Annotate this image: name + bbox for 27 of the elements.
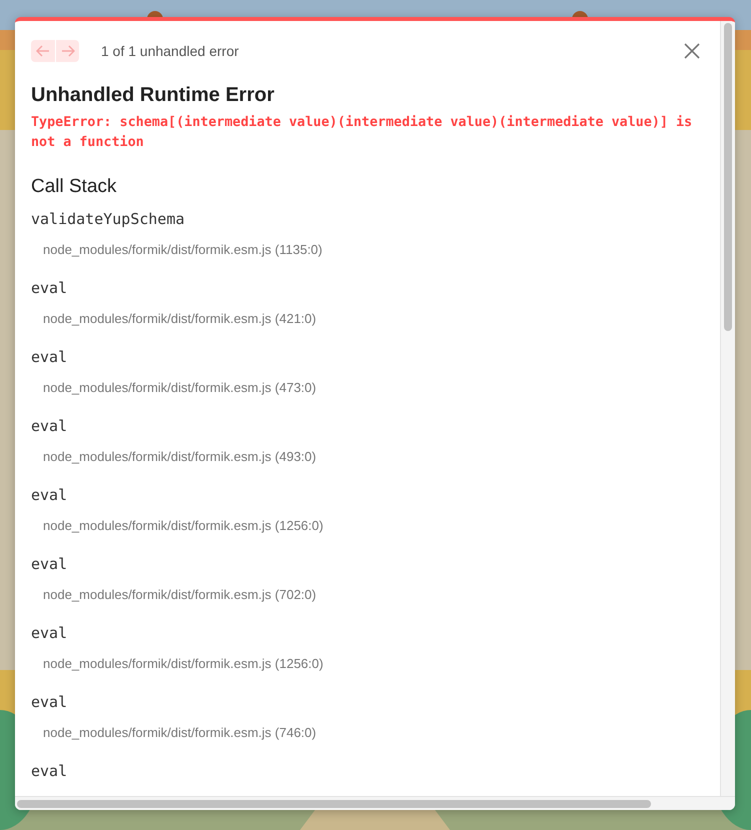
file-location[interactable]: node_modules/formik/dist/formik.esm.js (1135:0) xyxy=(31,241,322,259)
function-name: eval xyxy=(31,761,68,781)
file-location[interactable]: node_modules/formik/dist/formik.esm.js (746:0) xyxy=(31,724,316,742)
file-location[interactable]: node_modules/formik/dist/formik.esm.js (421:0) xyxy=(31,310,316,328)
function-name: eval xyxy=(31,416,68,436)
file-location[interactable]: node_modules/formik/dist/formik.esm.js (473:0) xyxy=(31,379,316,397)
function-name: eval xyxy=(31,485,68,505)
section-heading: Call Stack xyxy=(31,175,118,199)
error-message: TypeError: schema[(intermediate value)(intermediate value)(intermediate value)] is not a function xyxy=(31,114,694,152)
file-location[interactable]: node_modules/formik/dist/formik.esm.js (702:0) xyxy=(31,586,316,604)
vertical-scrollbar[interactable] xyxy=(720,21,735,796)
close-button[interactable] xyxy=(684,43,700,59)
function-name: eval xyxy=(31,347,68,367)
horizontal-scrollbar[interactable] xyxy=(15,796,735,810)
arrow-left-icon xyxy=(36,45,50,57)
file-location[interactable]: node_modules/formik/dist/formik.esm.js (493:0) xyxy=(31,448,316,466)
function-name: eval xyxy=(31,278,68,298)
function-name: eval xyxy=(31,623,68,643)
arrow-right-icon xyxy=(60,45,74,57)
file-location[interactable]: node_modules/formik/dist/formik.esm.js (1256:0) xyxy=(31,517,324,535)
close-icon xyxy=(684,43,700,59)
error-count: 1 of 1 unhandled error xyxy=(101,43,239,59)
file-location[interactable]: node_modules/formik/dist/formik.esm.js (1256:0) xyxy=(31,655,324,673)
function-name: eval xyxy=(31,692,68,712)
error-title: Unhandled Runtime Error xyxy=(31,83,276,107)
function-name: validateYupSchema xyxy=(31,209,186,229)
function-name: eval xyxy=(31,554,68,574)
